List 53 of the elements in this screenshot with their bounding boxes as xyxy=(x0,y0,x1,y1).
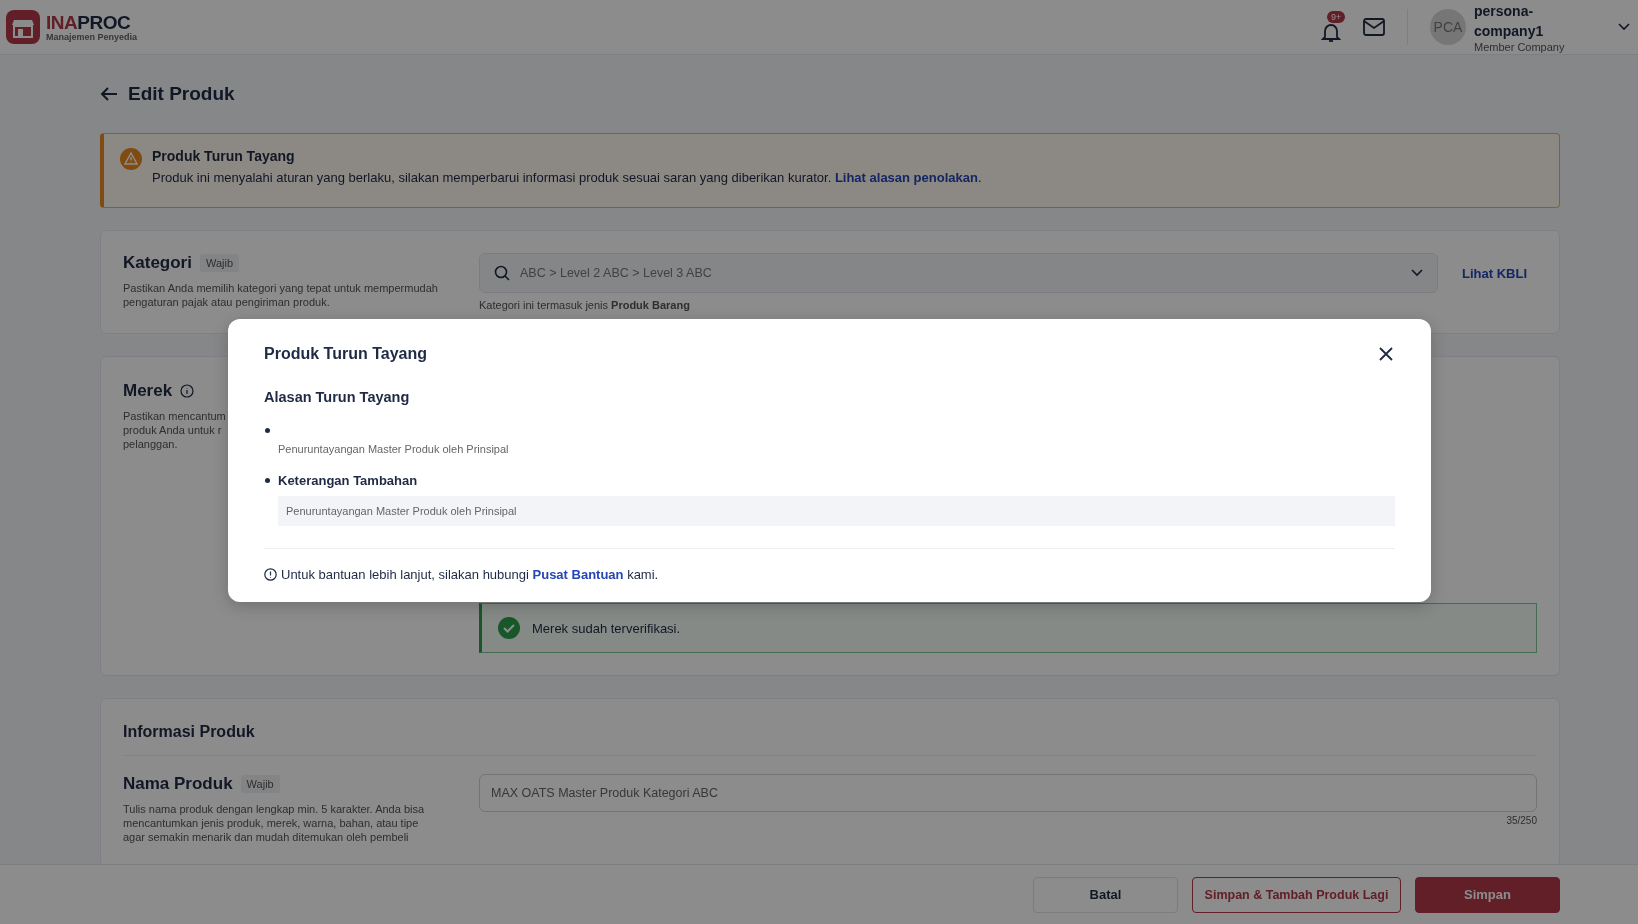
save-button[interactable]: Simpan xyxy=(1415,876,1560,913)
notification-button[interactable]: 9+ xyxy=(1321,11,1345,43)
reason-text-box: Penuruntayangan Master Produk oleh Prinsipal xyxy=(278,496,1395,526)
info-icon xyxy=(180,384,195,398)
kbli-link[interactable]: Lihat KBLI xyxy=(1462,265,1527,281)
page-title: Edit Produk xyxy=(128,83,235,105)
verified-message: Merek sudah terverifikasi. xyxy=(532,620,681,636)
info-icon xyxy=(264,568,277,581)
user-role: Member Company xyxy=(1474,41,1566,53)
notification-badge: 9+ xyxy=(1327,11,1346,23)
help-center-link[interactable]: Pusat Bantuan xyxy=(532,567,624,582)
bullet-icon xyxy=(265,427,270,433)
back-button[interactable] xyxy=(100,86,118,102)
bullet-icon xyxy=(265,478,270,483)
required-badge: Wajib xyxy=(199,254,240,272)
reason-title: Keterangan Tambahan xyxy=(278,473,418,488)
field-description: Tulis nama produk dengan lengkap min. 5 karakter. Anda bisa mencantumkan jenis produk, merek, warna, bahan, atau tipe agar semakin menarik dan mudah ditemukan oleh pembeli xyxy=(123,802,426,844)
logo-wordmark: INAPROC xyxy=(46,12,132,32)
back-arrow-icon xyxy=(100,86,118,102)
logo-subtitle: Manajemen Penyedia xyxy=(46,31,138,42)
field-label: Merek xyxy=(123,381,173,401)
alert-message: Produk ini menyalahi aturan yang berlaku, silakan memperbarui informasi produk sesuai saran yang diberikan kurator. Lihat alasan penolakan. xyxy=(152,170,982,185)
field-description: Pastikan Anda memilih kategori yang tepat untuk mempermudah pengaturan pajak atau pengiriman produk. xyxy=(123,281,439,309)
search-icon xyxy=(494,265,510,281)
cancel-button[interactable]: Batal xyxy=(1033,876,1178,913)
store-icon xyxy=(6,10,40,44)
field-label: Nama Produk xyxy=(123,774,233,794)
required-badge: Wajib xyxy=(240,775,280,793)
check-circle-icon xyxy=(498,617,520,639)
user-name: persona-company1 xyxy=(1474,2,1545,41)
bell-icon xyxy=(1321,21,1341,43)
field-description: Pastikan mencantum xyxy=(123,409,227,423)
character-counter: 35/250 xyxy=(1505,815,1537,826)
save-button[interactable]: Simpan & Tambah Produk Lagi xyxy=(1192,876,1401,913)
product-name-field[interactable]: MAX OATS Master Produk Kategori ABC xyxy=(479,774,1537,812)
field-description: pelanggan. xyxy=(123,437,179,451)
alert-title: Produk Turun Tayang xyxy=(152,148,296,164)
section-title: Alasan Turun Tayang xyxy=(264,389,411,405)
close-button[interactable] xyxy=(1377,345,1395,363)
chevron-down-icon xyxy=(1411,269,1423,277)
field-label: Kategori xyxy=(123,253,192,273)
field-description: produk Anda untuk r xyxy=(123,423,223,437)
section-title: Informasi Produk xyxy=(123,723,256,741)
mail-icon xyxy=(1363,18,1385,36)
rejection-reason-link[interactable]: Lihat alasan penolakan xyxy=(834,170,978,185)
close-icon xyxy=(1379,347,1393,361)
dialog-title: Produk Turun Tayang xyxy=(264,345,427,363)
help-message: Untuk bantuan lebih lanjut, silakan hubungi Pusat Bantuan kami. xyxy=(281,567,659,582)
category-hint: Kategori ini termasuk jenis Produk Barang xyxy=(479,299,691,311)
warning-icon xyxy=(120,148,142,170)
reason-text: Penuruntayangan Master Produk oleh Prinsipal xyxy=(278,443,510,455)
category-select[interactable]: ABC > Level 2 ABC > Level 3 ABC xyxy=(479,253,1438,293)
chevron-down-icon xyxy=(1618,23,1630,31)
